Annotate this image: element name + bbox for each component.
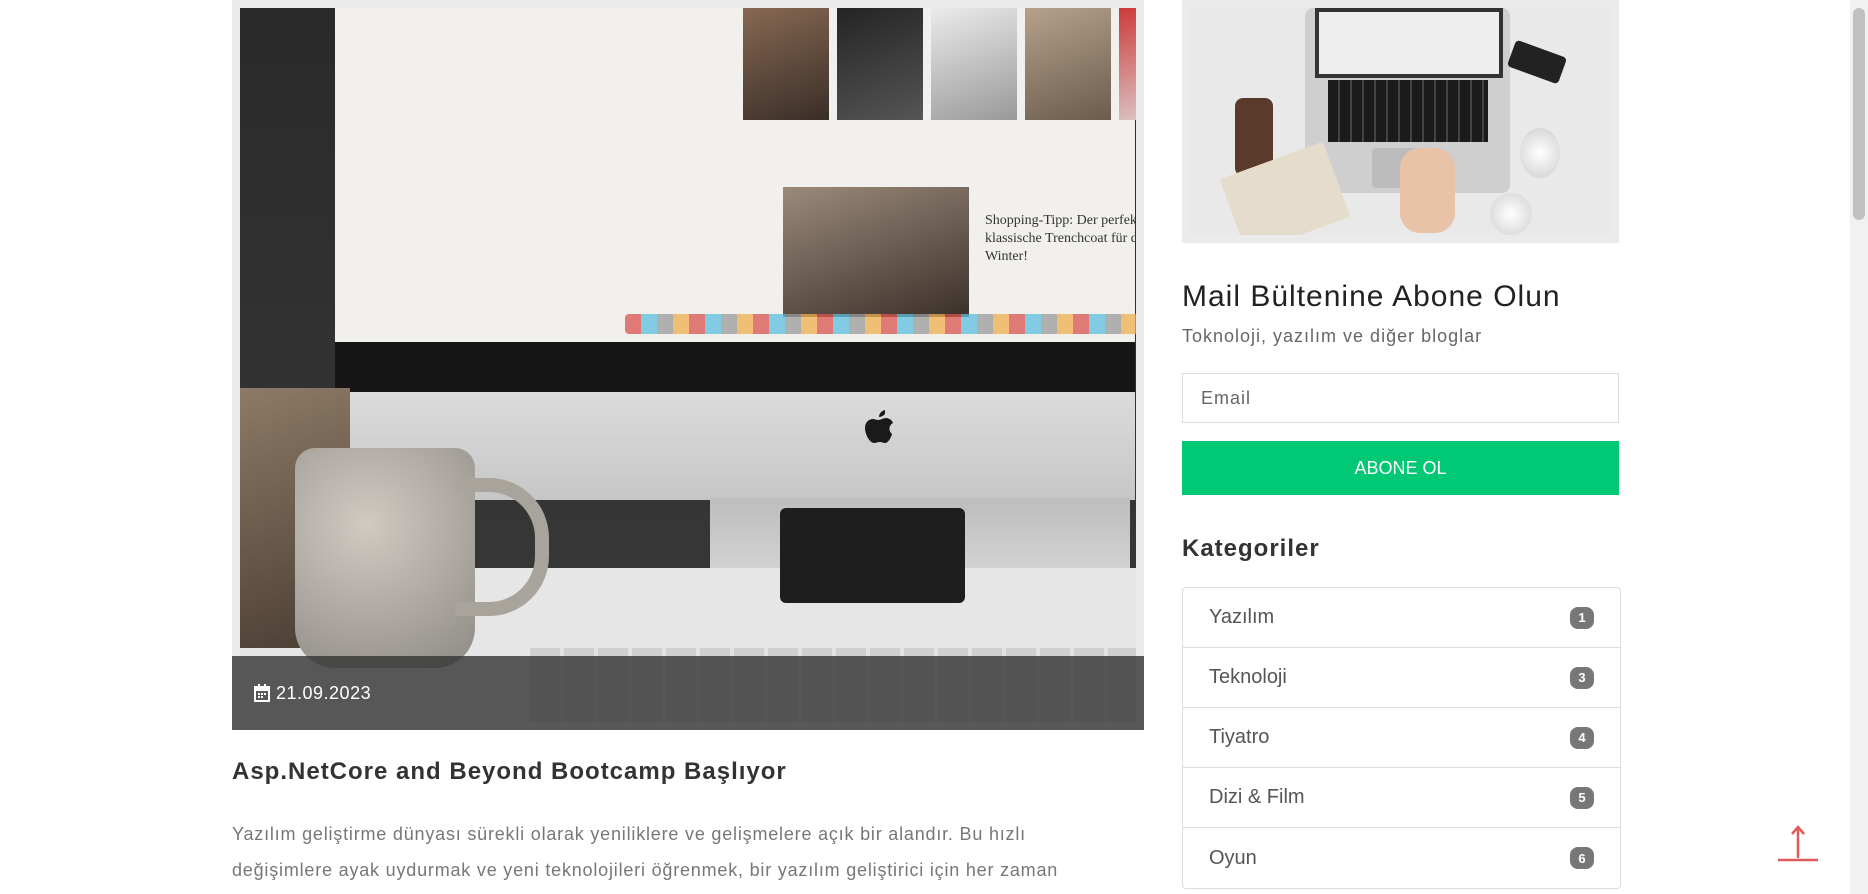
- category-name: Tiyatro: [1209, 726, 1270, 748]
- category-item-tiyatro[interactable]: Tiyatro 4: [1183, 708, 1620, 768]
- sidebar-image: [1190, 8, 1611, 235]
- post-image: Shopping-Tipp: Der perfekte klassische T…: [240, 8, 1136, 722]
- post-date-bar: 21.09.2023: [232, 656, 1144, 730]
- screen-thumbnail: [743, 8, 829, 120]
- categories-heading: Kategoriler: [1182, 535, 1320, 562]
- category-item-dizi-film[interactable]: Dizi & Film 5: [1183, 768, 1620, 828]
- laptop-keyboard: [1328, 80, 1488, 142]
- category-count-badge: 6: [1570, 847, 1594, 869]
- newsletter-title: Mail Bültenine Abone Olun: [1182, 280, 1561, 313]
- charger: [780, 508, 965, 603]
- screen-dock: [625, 314, 1136, 334]
- screen-thumbnail: [931, 8, 1017, 120]
- post-date: 21.09.2023: [276, 682, 372, 703]
- category-name: Teknoloji: [1209, 666, 1287, 688]
- category-name: Oyun: [1209, 846, 1257, 869]
- glass: [1520, 128, 1560, 178]
- category-item-oyun[interactable]: Oyun 6: [1183, 828, 1620, 888]
- category-item-teknoloji[interactable]: Teknoloji 3: [1183, 648, 1620, 708]
- hand: [1400, 148, 1455, 233]
- laptop-screen: [1315, 8, 1503, 78]
- category-name: Yazılım: [1209, 606, 1275, 628]
- arrow-up-icon[interactable]: [1776, 822, 1820, 866]
- monitor-screen: Shopping-Tipp: Der perfekte klassische T…: [335, 8, 1136, 342]
- post-excerpt: Yazılım geliştirme dünyası sürekli olara…: [232, 824, 1059, 880]
- category-count-badge: 5: [1570, 786, 1594, 809]
- screen-feature-photo: [783, 187, 969, 317]
- glass: [1490, 193, 1532, 235]
- screen-thumbnail: [1025, 8, 1111, 120]
- speaker: [1506, 39, 1568, 85]
- category-list: Yazılım 1 Teknoloji 3 Tiyatro 4 Dizi & F…: [1182, 587, 1621, 889]
- post-title[interactable]: Asp.NetCore and Beyond Bootcamp Başlıyor: [232, 758, 787, 786]
- category-count-badge: 3: [1570, 666, 1594, 689]
- sidebar-image-frame: [1182, 0, 1619, 243]
- screen-thumbnail: [837, 8, 923, 120]
- category-name: Dizi & Film: [1209, 786, 1305, 808]
- email-field[interactable]: [1182, 373, 1619, 423]
- subscribe-button[interactable]: ABONE OL: [1182, 441, 1619, 495]
- scrollbar-thumb[interactable]: [1853, 8, 1865, 220]
- post-image-frame[interactable]: Shopping-Tipp: Der perfekte klassische T…: [232, 0, 1144, 730]
- apple-logo-icon: [865, 410, 893, 443]
- calendar-icon: [254, 684, 270, 702]
- category-item-yazilim[interactable]: Yazılım 1: [1183, 588, 1620, 648]
- newsletter-subtitle: Toknoloji, yazılım ve diğer bloglar: [1182, 326, 1483, 346]
- mug: [295, 448, 475, 668]
- category-count-badge: 4: [1570, 726, 1594, 749]
- screen-headline: Shopping-Tipp: Der perfekte klassische T…: [985, 213, 1136, 264]
- category-count-badge: 1: [1570, 606, 1594, 629]
- screen-thumbnail: [1119, 8, 1136, 120]
- monitor-bezel: [335, 342, 1135, 392]
